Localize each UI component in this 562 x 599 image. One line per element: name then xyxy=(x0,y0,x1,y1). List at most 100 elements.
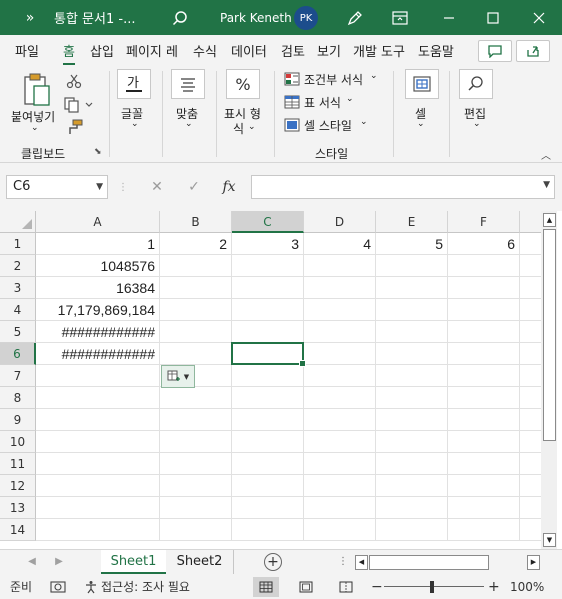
cell-b12[interactable] xyxy=(160,475,232,497)
normal-view-icon[interactable] xyxy=(253,577,279,597)
cell-c5[interactable] xyxy=(232,321,304,343)
zoom-level[interactable]: 100% xyxy=(510,574,544,599)
row-header-6[interactable]: 6 xyxy=(0,343,36,365)
cell-f3[interactable] xyxy=(448,277,520,299)
cancel-icon[interactable]: ✕ xyxy=(144,175,170,199)
row-header-14[interactable]: 14 xyxy=(0,519,36,541)
cell-a4[interactable]: 17,179,869,184 xyxy=(36,299,160,321)
cell-d10[interactable] xyxy=(304,431,376,453)
overflow-button[interactable]: » xyxy=(18,0,42,35)
cell-c13[interactable] xyxy=(232,497,304,519)
enter-icon[interactable]: ✓ xyxy=(181,175,207,199)
cell-d14[interactable] xyxy=(304,519,376,541)
column-header-c[interactable]: C xyxy=(232,211,304,233)
next-sheet-icon[interactable]: ▶ xyxy=(52,553,66,571)
cell-f8[interactable] xyxy=(448,387,520,409)
tab-page-layout[interactable]: 페이지 레 xyxy=(126,41,178,61)
format-as-table-icon[interactable] xyxy=(283,94,301,110)
cell-a13[interactable] xyxy=(36,497,160,519)
cell-e10[interactable] xyxy=(376,431,448,453)
cell-f1[interactable]: 6 xyxy=(448,233,520,255)
font-group-icon[interactable]: 가 xyxy=(117,69,151,99)
cell-f6[interactable] xyxy=(448,343,520,365)
cell-b4[interactable] xyxy=(160,299,232,321)
cell-a2[interactable]: 1048576 xyxy=(36,255,160,277)
cell-d6[interactable] xyxy=(304,343,376,365)
format-painter-icon[interactable] xyxy=(62,117,86,137)
cell-b2[interactable] xyxy=(160,255,232,277)
tab-review[interactable]: 검토 xyxy=(281,41,305,61)
insert-function-icon[interactable]: fx xyxy=(216,175,242,199)
cell-e8[interactable] xyxy=(376,387,448,409)
cell-b3[interactable] xyxy=(160,277,232,299)
cell-d2[interactable] xyxy=(304,255,376,277)
cell-b14[interactable] xyxy=(160,519,232,541)
format-as-table-label[interactable]: 표 서식 xyxy=(304,94,341,111)
cell-a1[interactable]: 1 xyxy=(36,233,160,255)
cell-c14[interactable] xyxy=(232,519,304,541)
cell-a5[interactable]: ############ xyxy=(36,321,160,343)
user-name[interactable]: Park Keneth xyxy=(220,0,292,35)
name-box[interactable]: C6 ▼ xyxy=(6,175,108,199)
cell-a14[interactable] xyxy=(36,519,160,541)
cell-e5[interactable] xyxy=(376,321,448,343)
zoom-in-button[interactable]: + xyxy=(488,574,500,599)
cell-c1[interactable]: 3 xyxy=(232,233,304,255)
splitter-icon[interactable]: ⋮ xyxy=(118,175,128,199)
cell-style-icon[interactable] xyxy=(283,117,301,133)
clipboard-icon[interactable] xyxy=(20,71,54,109)
maximize-button[interactable] xyxy=(478,0,508,35)
cell-c3[interactable] xyxy=(232,277,304,299)
scroll-right-icon[interactable]: ▶ xyxy=(527,555,540,570)
row-header-4[interactable]: 4 xyxy=(0,299,36,321)
column-header-f[interactable]: F xyxy=(448,211,520,233)
dialog-launcher-icon[interactable]: ⬊ xyxy=(94,147,102,157)
worksheet-grid[interactable]: A B C D E F 1 2 3 4 5 6 7 8 9 10 11 12 1… xyxy=(0,211,562,549)
accessibility-status[interactable]: 접근성: 조사 필요 xyxy=(101,574,190,599)
cell-e9[interactable] xyxy=(376,409,448,431)
cell-e6[interactable] xyxy=(376,343,448,365)
page-layout-view-icon[interactable] xyxy=(293,577,319,597)
cell-f11[interactable] xyxy=(448,453,520,475)
column-header-a[interactable]: A xyxy=(36,211,160,233)
formula-input[interactable]: ▼ xyxy=(251,175,555,199)
row-header-13[interactable]: 13 xyxy=(0,497,36,519)
cell-e12[interactable] xyxy=(376,475,448,497)
zoom-slider-thumb[interactable] xyxy=(430,581,434,593)
cell-b10[interactable] xyxy=(160,431,232,453)
cell-c8[interactable] xyxy=(232,387,304,409)
row-header-12[interactable]: 12 xyxy=(0,475,36,497)
cell-style-label[interactable]: 셀 스타일 xyxy=(304,117,352,134)
close-button[interactable] xyxy=(524,0,554,35)
cell-b9[interactable] xyxy=(160,409,232,431)
row-header-7[interactable]: 7 xyxy=(0,365,36,387)
cell-f10[interactable] xyxy=(448,431,520,453)
prev-sheet-icon[interactable]: ◀ xyxy=(25,553,39,571)
alignment-chevron-icon[interactable]: ⌄ xyxy=(185,119,193,129)
cell-f14[interactable] xyxy=(448,519,520,541)
row-header-3[interactable]: 3 xyxy=(0,277,36,299)
minimize-button[interactable] xyxy=(434,0,464,35)
scroll-left-icon[interactable]: ◀ xyxy=(355,555,368,570)
cell-a8[interactable] xyxy=(36,387,160,409)
cell-a3[interactable]: 16384 xyxy=(36,277,160,299)
cell-e3[interactable] xyxy=(376,277,448,299)
tab-file[interactable]: 파일 xyxy=(15,41,39,61)
font-chevron-icon[interactable]: ⌄ xyxy=(131,119,139,129)
editing-search-icon[interactable] xyxy=(459,69,493,99)
chevron-down-icon[interactable]: ▼ xyxy=(96,176,103,198)
page-break-view-icon[interactable] xyxy=(333,577,359,597)
cell-f2[interactable] xyxy=(448,255,520,277)
pen-icon[interactable] xyxy=(340,0,370,35)
cell-f5[interactable] xyxy=(448,321,520,343)
row-header-10[interactable]: 10 xyxy=(0,431,36,453)
cell-d12[interactable] xyxy=(304,475,376,497)
cell-d4[interactable] xyxy=(304,299,376,321)
cell-b13[interactable] xyxy=(160,497,232,519)
cell-c12[interactable] xyxy=(232,475,304,497)
horizontal-scroll-thumb[interactable] xyxy=(369,555,489,570)
tab-view[interactable]: 보기 xyxy=(317,41,341,61)
cell-a11[interactable] xyxy=(36,453,160,475)
sheet-tab-sheet1[interactable]: Sheet1 xyxy=(101,550,166,574)
avatar[interactable]: PK xyxy=(294,6,318,30)
